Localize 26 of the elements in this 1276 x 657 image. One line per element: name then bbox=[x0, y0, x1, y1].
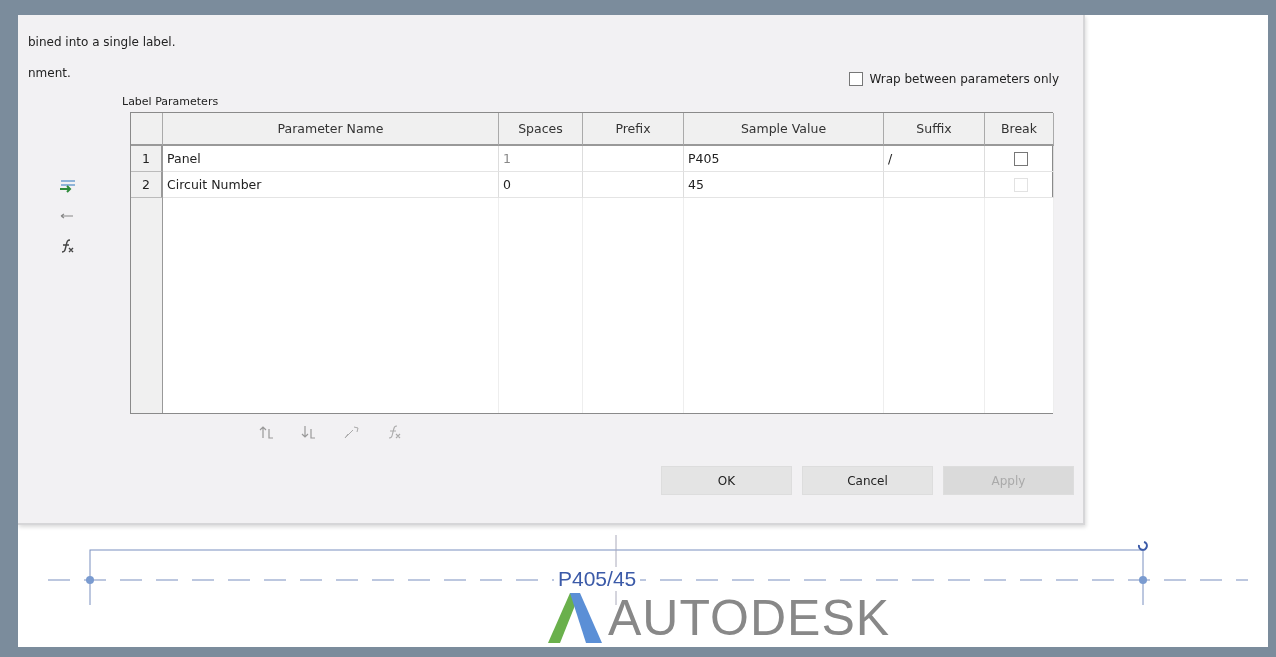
table-cell: 1 bbox=[499, 146, 583, 172]
column-header: Break bbox=[985, 113, 1054, 146]
column-header: Suffix bbox=[884, 113, 985, 146]
wrap-label: Wrap between parameters only bbox=[869, 71, 1059, 86]
column-header: Sample Value bbox=[684, 113, 884, 146]
tag-label: P405/45 bbox=[554, 567, 641, 591]
logo-icon bbox=[548, 593, 602, 643]
break-checkbox[interactable] bbox=[1014, 151, 1028, 166]
wrap-checkbox[interactable] bbox=[849, 71, 864, 86]
table-cell: / bbox=[884, 146, 985, 172]
column-header: Prefix bbox=[583, 113, 684, 146]
logo-text: AUTODESK bbox=[608, 593, 891, 643]
column-header: Spaces bbox=[499, 113, 583, 146]
description-text: nment. bbox=[28, 65, 71, 80]
row-number-header bbox=[131, 113, 163, 146]
table-cell: P405 bbox=[684, 146, 884, 172]
add-parameter-icon[interactable] bbox=[57, 178, 77, 194]
edit-icon[interactable] bbox=[342, 424, 362, 440]
column-header: Parameter Name bbox=[163, 113, 499, 146]
row-number: 1 bbox=[131, 146, 163, 172]
dialog-button[interactable]: Cancel bbox=[802, 466, 933, 495]
row-number: 2 bbox=[131, 172, 163, 198]
description-text: bined into a single label. bbox=[28, 35, 177, 51]
dialog-button[interactable]: OK bbox=[661, 466, 792, 495]
group-title: Label Parameters bbox=[122, 95, 220, 108]
table-cell: Panel bbox=[163, 146, 499, 172]
